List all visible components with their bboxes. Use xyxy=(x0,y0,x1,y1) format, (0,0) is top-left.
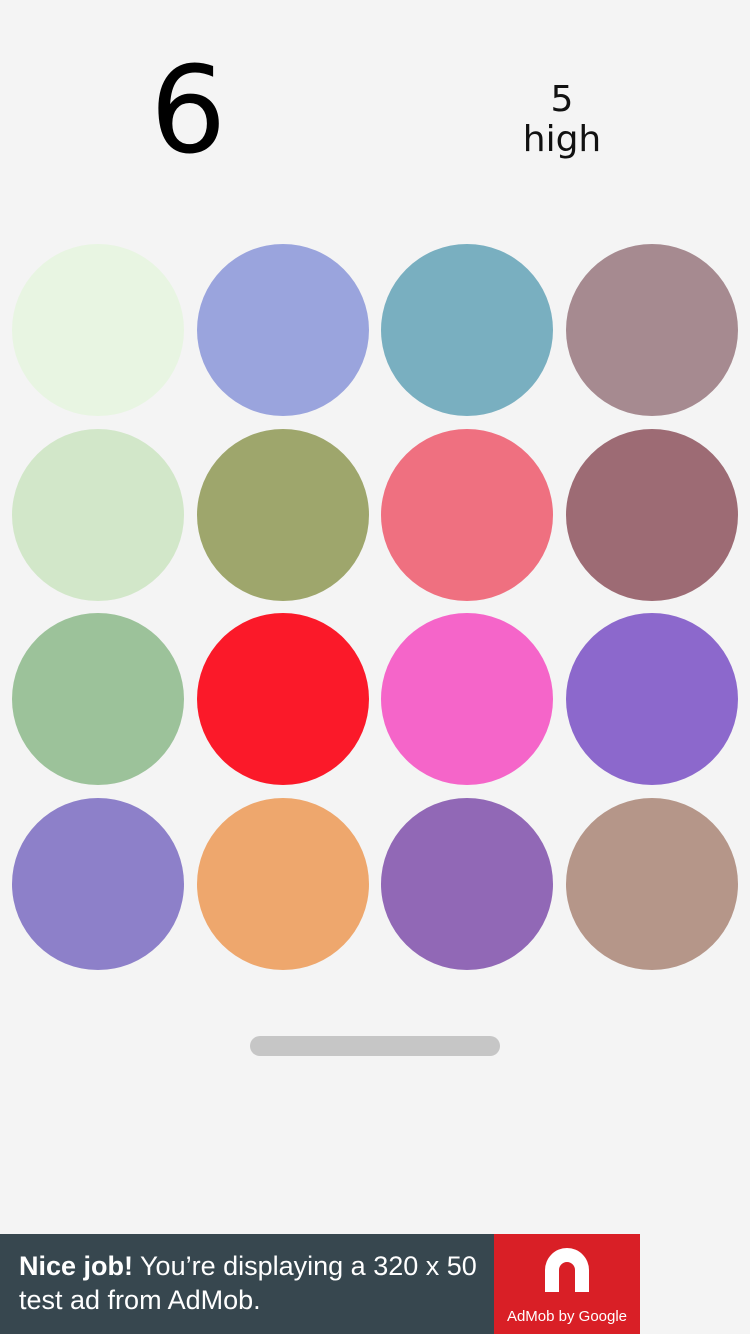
ad-banner[interactable]: Nice job! You’re displaying a 320 x 50 t… xyxy=(0,1234,640,1334)
color-circle-5[interactable] xyxy=(12,428,184,601)
color-circle-6[interactable] xyxy=(196,428,369,601)
color-circle-3[interactable] xyxy=(381,244,553,416)
ad-headline: Nice job! xyxy=(19,1251,134,1281)
color-circle-7[interactable] xyxy=(381,428,553,601)
high-score: 5 high xyxy=(512,80,612,160)
score-value: 6 xyxy=(150,42,227,181)
color-circle-9[interactable] xyxy=(12,613,184,785)
ad-logo[interactable]: AdMob by Google xyxy=(494,1234,640,1334)
ad-logo-caption: AdMob by Google xyxy=(506,1308,628,1325)
high-score-label: high xyxy=(522,119,602,160)
color-circle-1[interactable] xyxy=(12,244,184,416)
admob-logo-icon xyxy=(545,1248,589,1292)
color-circle-grid xyxy=(12,244,738,970)
timer-bar xyxy=(250,1036,500,1056)
color-circle-11[interactable] xyxy=(381,613,553,785)
ad-text[interactable]: Nice job! You’re displaying a 320 x 50 t… xyxy=(0,1234,494,1334)
color-circle-14[interactable] xyxy=(196,797,369,970)
color-circle-16[interactable] xyxy=(565,797,738,970)
high-score-value: 5 xyxy=(550,79,574,120)
color-circle-13[interactable] xyxy=(12,797,184,970)
color-circle-2[interactable] xyxy=(196,244,369,416)
color-circle-10[interactable] xyxy=(196,613,369,785)
color-circle-4[interactable] xyxy=(565,244,738,416)
color-circle-12[interactable] xyxy=(565,613,738,785)
color-circle-8[interactable] xyxy=(565,428,738,601)
color-circle-15[interactable] xyxy=(381,797,553,970)
